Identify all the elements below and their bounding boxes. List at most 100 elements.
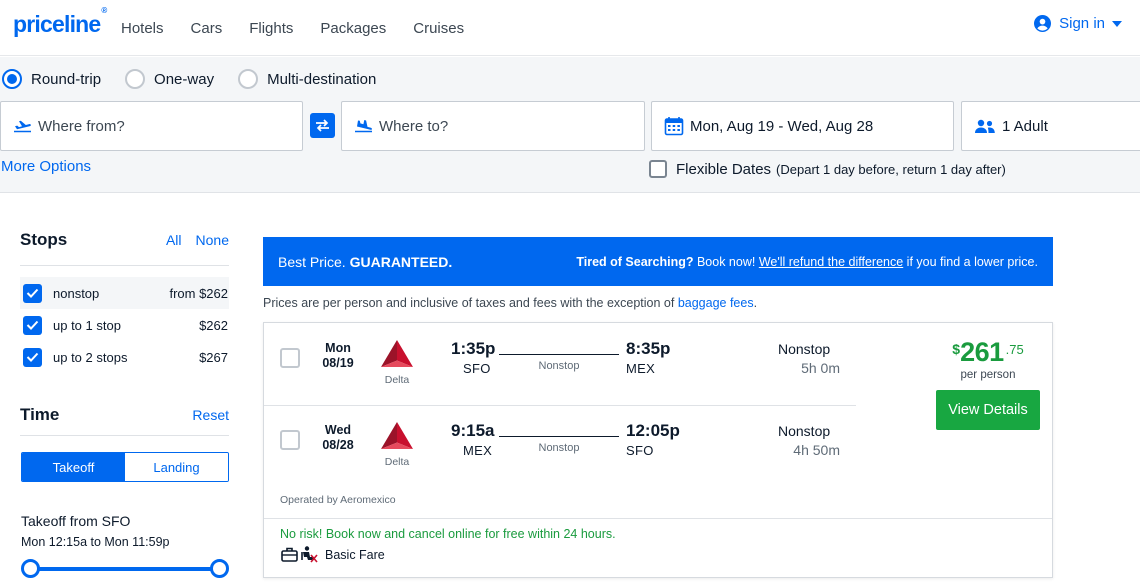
trip-type-selector: Round-trip One-way Multi-destination (2, 69, 400, 89)
time-reset-link[interactable]: Reset (192, 407, 229, 423)
checkbox-checked-icon (23, 315, 42, 335)
flight-search-form: Round-trip One-way Multi-destination Whe… (0, 57, 1140, 193)
priceline-logo[interactable]: priceline® (13, 6, 107, 38)
flight-leg-outbound[interactable]: Mon 08/19 Delta 1:35p SFO Nonstop 8:35p M… (264, 323, 856, 405)
tab-landing[interactable]: Landing (125, 453, 228, 481)
flexible-dates-checkbox[interactable]: Flexible Dates (Depart 1 day before, ret… (649, 160, 1006, 178)
time-filter-header: Time Reset (20, 405, 229, 425)
price-disclaimer: Prices are per person and inclusive of t… (263, 296, 758, 310)
stop-option-label: nonstop (53, 285, 100, 301)
route-stops-label: Nonstop (538, 360, 580, 372)
stop-option-2-stops[interactable]: up to 2 stops $267 (20, 341, 229, 373)
stop-option-label: up to 1 stop (53, 317, 121, 333)
leg-date: Mon 08/19 (322, 341, 354, 370)
divider (20, 265, 229, 266)
nav-flights[interactable]: Flights (249, 20, 293, 37)
stops-summary: Nonstop (778, 341, 831, 357)
time-title: Time (20, 405, 60, 424)
best-price-text: Best Price. GUARANTEED. (278, 253, 453, 270)
dates-input[interactable]: Mon, Aug 19 - Wed, Aug 28 (651, 101, 954, 151)
nav-hotels[interactable]: Hotels (121, 20, 164, 37)
departure-time: 1:35p (451, 339, 496, 358)
takeoff-time-slider[interactable] (21, 558, 229, 580)
swap-button[interactable] (310, 113, 335, 138)
stop-option-price: from $262 (169, 285, 228, 301)
destination-placeholder: Where to? (379, 117, 449, 135)
arrival-time: 12:05p (626, 421, 680, 440)
takeoff-landing-toggle: Takeoff Landing (21, 452, 229, 482)
stop-option-price: $267 (199, 349, 228, 365)
trip-type-round-trip[interactable]: Round-trip (2, 69, 101, 89)
baggage-fees-link[interactable]: baggage fees (678, 296, 754, 310)
departure-time: 9:15a (451, 421, 495, 440)
slider-track (30, 567, 220, 571)
checkbox-empty-icon (649, 160, 667, 178)
airline-name: Delta (384, 456, 410, 468)
view-details-button[interactable]: View Details (936, 390, 1040, 430)
delta-logo-icon (381, 340, 413, 367)
slider-handle-min[interactable] (21, 559, 40, 578)
fare-icons (281, 546, 318, 563)
stops-all-link[interactable]: All (166, 232, 182, 248)
fare-type-row: Basic Fare (281, 546, 385, 563)
tab-takeoff[interactable]: Takeoff (22, 453, 125, 481)
passengers-input[interactable]: 1 Adult (961, 101, 1140, 151)
refund-promo-text: Tired of Searching? Book now! We'll refu… (576, 254, 1038, 269)
departure-airport: SFO (463, 361, 491, 376)
chevron-down-icon (1112, 20, 1122, 27)
calendar-icon (664, 116, 684, 136)
origin-input[interactable]: Where from? (0, 101, 303, 151)
stop-option-label: up to 2 stops (53, 349, 128, 365)
best-price-banner: Best Price. GUARANTEED. Tired of Searchi… (263, 237, 1053, 286)
refund-difference-link[interactable]: We'll refund the difference (759, 255, 903, 269)
sign-in-button[interactable]: Sign in (1034, 15, 1122, 32)
no-seat-selection-icon (301, 546, 318, 563)
leg-select-checkbox[interactable] (280, 430, 300, 450)
trip-type-label: Round-trip (31, 70, 102, 88)
passengers-value: 1 Adult (1002, 117, 1048, 135)
airline-name: Delta (384, 374, 410, 386)
leg-select-checkbox[interactable] (280, 348, 300, 368)
nav-cruises[interactable]: Cruises (413, 20, 464, 37)
main-nav: Hotels Cars Flights Packages Cruises (121, 0, 491, 56)
free-cancellation-note: No risk! Book now and cancel online for … (280, 527, 616, 541)
nav-cars[interactable]: Cars (191, 20, 223, 37)
trip-type-multi-destination[interactable]: Multi-destination (238, 69, 376, 89)
arrival-airport: MEX (626, 361, 656, 376)
arrival-time: 8:35p (626, 339, 671, 358)
plane-landing-icon (354, 119, 373, 133)
checkbox-checked-icon (23, 347, 42, 367)
takeoff-range-text: Mon 12:15a to Mon 11:59p (21, 535, 170, 549)
price-block: $261.75 per person (928, 337, 1048, 381)
stop-option-price: $262 (199, 317, 228, 333)
stop-option-nonstop[interactable]: nonstop from $262 (20, 277, 229, 309)
divider (20, 435, 229, 436)
price-amount: $261.75 (952, 337, 1024, 367)
departure-airport: MEX (463, 443, 493, 458)
stop-option-1-stop[interactable]: up to 1 stop $262 (20, 309, 229, 341)
route-stops-label: Nonstop (538, 442, 580, 454)
stops-filter-header: Stops All None (20, 230, 229, 250)
flight-duration: 5h 0m (801, 360, 840, 376)
origin-placeholder: Where from? (38, 117, 125, 135)
trip-type-label: One-way (154, 70, 215, 88)
slider-handle-max[interactable] (210, 559, 229, 578)
route-line (499, 354, 619, 355)
destination-input[interactable]: Where to? (341, 101, 645, 151)
stops-none-link[interactable]: None (196, 232, 229, 248)
more-options-link[interactable]: More Options (1, 158, 91, 175)
radio-icon (238, 69, 259, 89)
flight-duration: 4h 50m (793, 442, 840, 458)
dates-value: Mon, Aug 19 - Wed, Aug 28 (690, 117, 874, 135)
radio-selected-icon (2, 69, 22, 89)
top-header: priceline® Hotels Cars Flights Packages … (0, 0, 1140, 56)
trip-type-label: Multi-destination (267, 70, 377, 88)
trip-type-one-way[interactable]: One-way (125, 69, 214, 89)
card-footer: No risk! Book now and cancel online for … (264, 518, 1052, 577)
nav-packages[interactable]: Packages (320, 20, 386, 37)
travelers-icon (974, 118, 996, 134)
flight-leg-return[interactable]: Wed 08/28 Delta 9:15a MEX Nonstop 12:05p … (264, 405, 856, 487)
flexible-dates-label: Flexible Dates (676, 160, 772, 178)
delta-logo-icon (381, 422, 413, 449)
swap-arrows-icon (316, 119, 329, 132)
